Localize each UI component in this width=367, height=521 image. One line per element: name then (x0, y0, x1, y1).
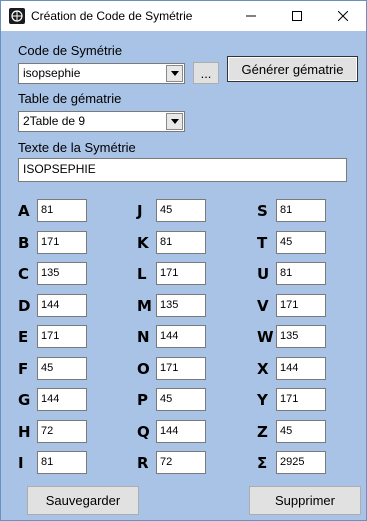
letter-label: N (137, 328, 150, 346)
close-icon (338, 11, 348, 21)
letter-label: X (257, 359, 269, 378)
table-select[interactable]: 2Table de 9 (18, 111, 185, 132)
letter-value-input[interactable]: 2925 (276, 451, 326, 474)
generate-gematria-button[interactable]: Générer gématrie (227, 56, 358, 82)
letter-label: A (18, 202, 30, 220)
letter-label: U (257, 265, 270, 283)
letter-value-input[interactable]: 135 (37, 262, 87, 285)
delete-button[interactable]: Supprimer (249, 486, 361, 515)
letter-label: Q (137, 422, 150, 441)
close-button[interactable] (320, 1, 366, 31)
letter-label: F (18, 359, 29, 378)
letter-label: M (137, 296, 152, 315)
letter-label: G (18, 391, 31, 409)
letter-value-input[interactable]: 45 (276, 419, 326, 443)
minimize-icon (246, 15, 256, 17)
letter-value-input[interactable]: 135 (276, 325, 326, 348)
letter-value-input[interactable]: 81 (37, 451, 87, 474)
chevron-down-icon (170, 71, 179, 76)
letter-value-input[interactable]: 144 (276, 356, 326, 380)
letter-label: V (257, 296, 269, 315)
code-select-value: isopsephie (23, 66, 81, 80)
letter-value-input[interactable]: 171 (37, 325, 87, 348)
maximize-icon (292, 11, 302, 21)
letter-value-input[interactable]: 135 (156, 293, 206, 317)
table-label: Table de gématrie (18, 91, 122, 106)
symmetry-text-input[interactable]: ISOPSEPHIE (18, 158, 347, 182)
letter-label: P (137, 391, 148, 409)
letter-value-input[interactable]: 81 (276, 199, 326, 222)
letter-value-input[interactable]: 144 (156, 419, 206, 443)
chevron-down-icon (170, 119, 179, 124)
letter-value-input[interactable]: 72 (156, 451, 206, 474)
letter-label: E (18, 328, 29, 346)
letter-value-input[interactable]: 171 (156, 356, 206, 380)
letter-value-input[interactable]: 144 (156, 325, 206, 348)
letter-value-input[interactable]: 144 (37, 388, 87, 411)
letter-label: Σ (257, 454, 268, 472)
letter-label: S (257, 202, 268, 220)
letter-value-input[interactable]: 171 (37, 230, 87, 254)
letter-value-input[interactable]: 171 (156, 262, 206, 285)
text-label: Texte de la Symétrie (18, 140, 136, 155)
letter-value-input[interactable]: 72 (37, 419, 87, 443)
minimize-button[interactable] (228, 1, 274, 31)
letter-label: O (137, 359, 150, 378)
window-title: Création de Code de Symétrie (31, 9, 193, 23)
code-label: Code de Symétrie (18, 43, 123, 58)
main-window: Création de Code de Symétrie Code de Sym… (0, 0, 367, 521)
letter-value-input[interactable]: 45 (156, 388, 206, 411)
letter-label: T (257, 233, 268, 252)
letter-value-input[interactable]: 81 (37, 199, 87, 222)
letter-label: J (137, 202, 143, 220)
title-bar[interactable]: Création de Code de Symétrie (1, 1, 366, 31)
code-select-arrow[interactable] (166, 65, 183, 82)
letter-value-input[interactable]: 144 (37, 293, 87, 317)
letter-label: Y (257, 391, 268, 409)
letter-label: I (18, 454, 24, 472)
letter-label: R (137, 454, 149, 472)
letter-value-input[interactable]: 45 (156, 199, 206, 222)
code-select[interactable]: isopsephie (18, 63, 185, 84)
letter-label: D (18, 296, 31, 315)
browse-button[interactable]: ... (193, 62, 219, 84)
letter-label: B (18, 233, 30, 252)
app-icon (9, 8, 25, 24)
letter-label: L (137, 265, 147, 283)
letter-label: K (137, 233, 149, 252)
letter-value-input[interactable]: 171 (276, 388, 326, 411)
letter-label: W (257, 328, 274, 346)
letter-value-input[interactable]: 81 (156, 230, 206, 254)
letter-value-input[interactable]: 45 (276, 230, 326, 254)
table-select-arrow[interactable] (166, 113, 183, 130)
letter-value-input[interactable]: 45 (37, 356, 87, 380)
letter-label: C (18, 265, 30, 283)
save-button[interactable]: Sauvegarder (27, 486, 139, 515)
letter-label: H (18, 422, 31, 441)
letter-value-input[interactable]: 171 (276, 293, 326, 317)
letter-value-input[interactable]: 81 (276, 262, 326, 285)
maximize-button[interactable] (274, 1, 320, 31)
table-select-value: 2Table de 9 (23, 114, 86, 128)
letter-label: Z (257, 422, 268, 441)
